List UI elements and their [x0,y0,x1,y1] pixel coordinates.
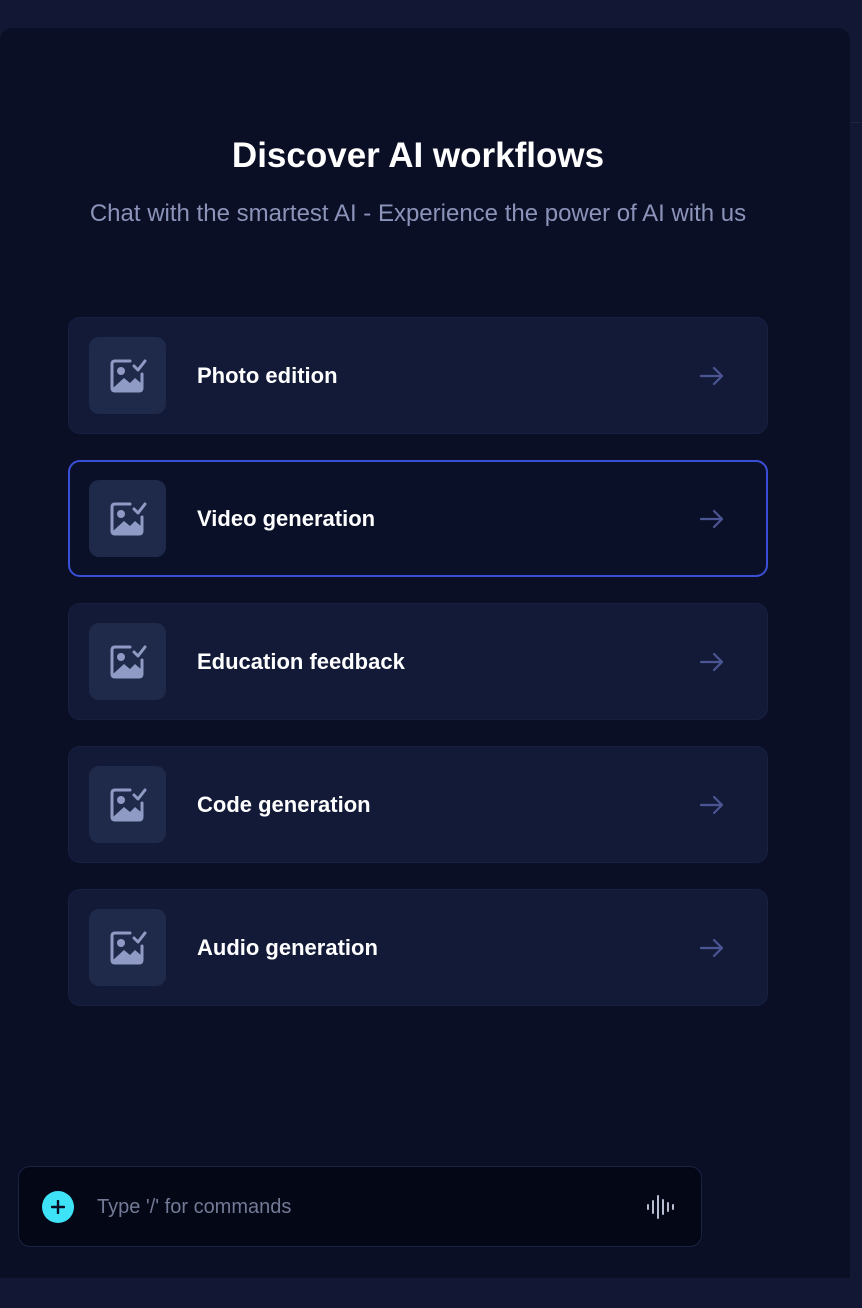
plus-icon [51,1200,65,1214]
image-check-icon [89,337,166,414]
arrow-right-icon [699,509,724,528]
add-button[interactable] [42,1191,74,1223]
workflow-card-education-feedback[interactable]: Education feedback [68,603,768,720]
arrow-right-icon [699,795,724,814]
image-check-icon [89,480,166,557]
workflow-card-audio-generation[interactable]: Audio generation [68,889,768,1006]
waveform-icon[interactable] [645,1194,675,1220]
workflow-card-label: Code generation [197,791,371,817]
arrow-right-icon [699,366,724,385]
side-divider [850,122,862,1278]
workflow-card-video-generation[interactable]: Video generation [68,460,768,577]
page-title: Discover AI workflows [231,136,605,175]
image-check-icon [89,623,166,700]
page-subtitle: Chat with the smartest AI - Experience t… [89,200,747,227]
workflow-card-photo-edition[interactable]: Photo edition [68,317,768,434]
command-composer [18,1166,702,1247]
workflow-card-label: Audio generation [197,934,378,960]
image-check-icon [89,766,166,843]
arrow-right-icon [699,652,724,671]
workflow-card-code-generation[interactable]: Code generation [68,746,768,863]
arrow-right-icon [699,938,724,957]
workflow-card-label: Photo edition [197,362,338,388]
workflow-card-label: Video generation [197,505,376,531]
workflow-card-label: Education feedback [197,648,405,674]
image-check-icon [89,909,166,986]
command-input[interactable] [97,1187,617,1227]
workflow-list: Photo edition Video generation Education… [68,317,768,1032]
